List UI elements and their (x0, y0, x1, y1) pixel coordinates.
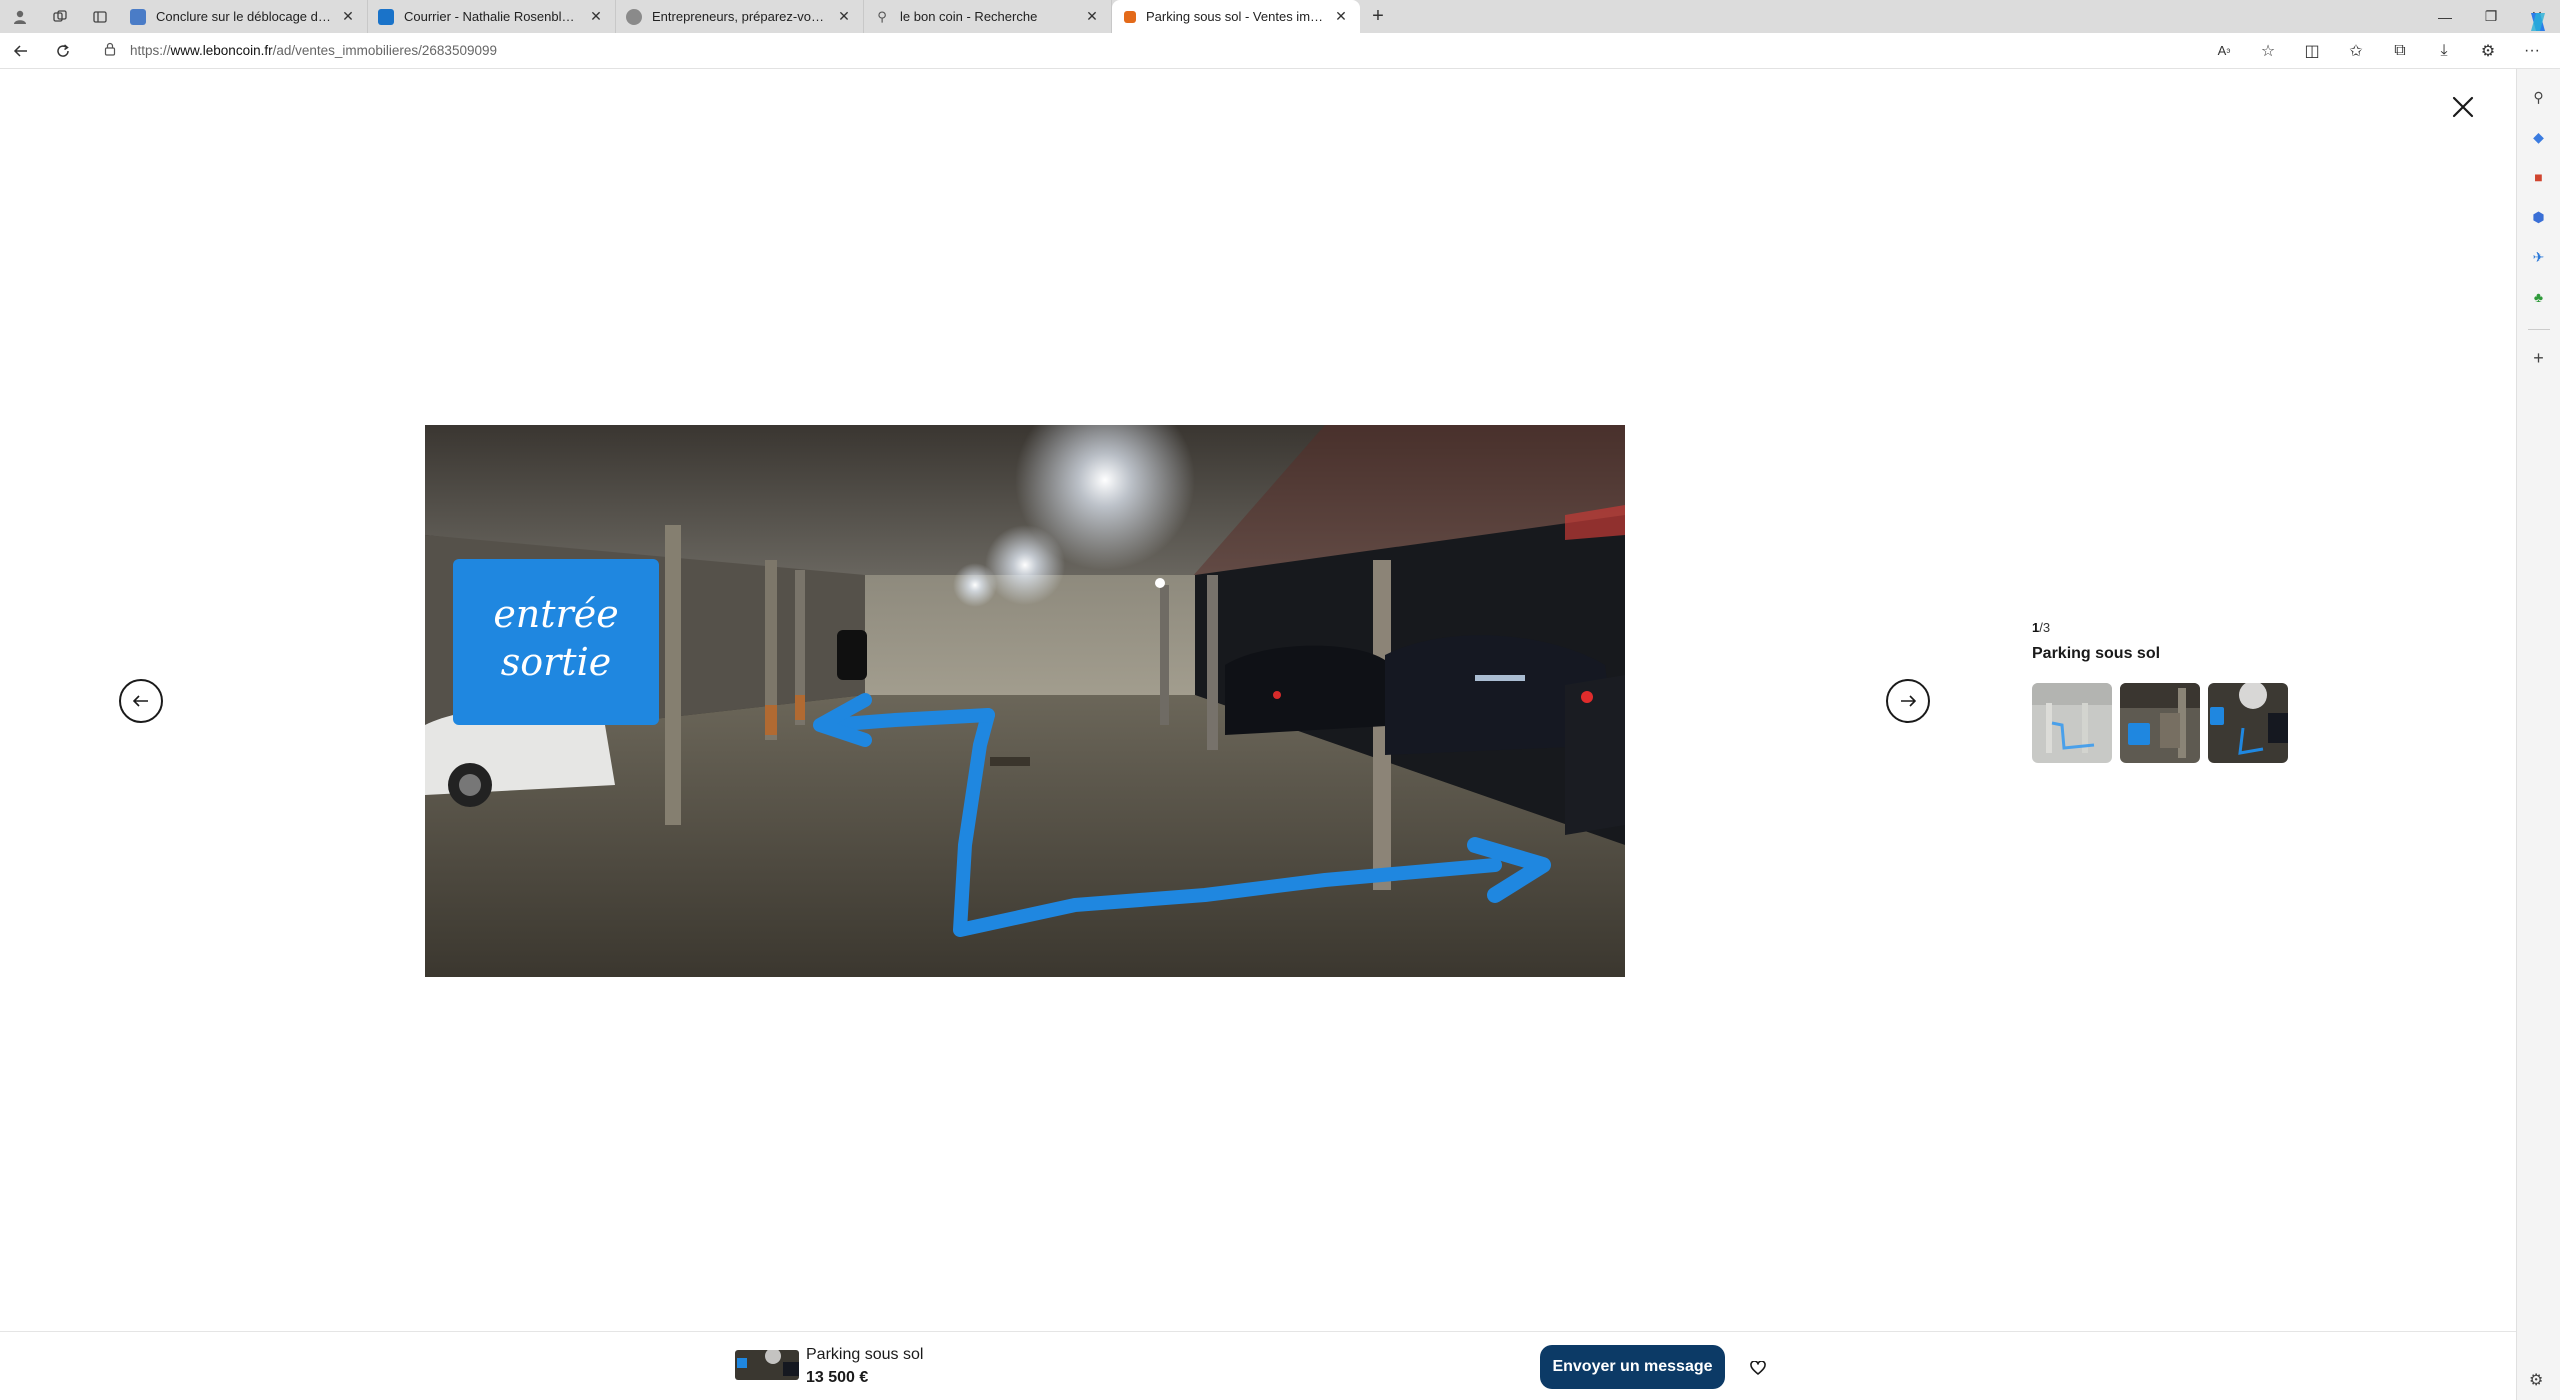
photo-title: Parking sous sol (2032, 645, 2161, 662)
shopping-tag-icon[interactable]: ◆ (2525, 123, 2553, 151)
refresh-icon[interactable] (42, 33, 84, 69)
edge-sidebar: ⚲ ◆ ■ ⬢ ✈ ♣ + ⚙ (2516, 13, 2560, 1400)
next-photo-button[interactable] (1886, 679, 1930, 723)
sidebar-search-icon[interactable]: ⚲ (2525, 83, 2553, 111)
photo-viewer: entrée sortie 1/3 Parking sous sol (0, 69, 2516, 1331)
tree-icon[interactable]: ♣ (2525, 283, 2553, 311)
microsoft-365-icon[interactable]: ⬢ (2525, 203, 2553, 231)
url-field[interactable]: https:// www.leboncoin.fr /ad/ventes_imm… (94, 37, 2202, 65)
back-icon[interactable] (0, 33, 42, 69)
ad-price: 13 500 € (806, 1369, 869, 1386)
tab-favicon-icon (378, 8, 394, 25)
browser-tab-2[interactable]: Courrier - Nathalie Rosenblatt - C ✕ (368, 0, 616, 33)
tab-title: Conclure sur le déblocage de la c (156, 9, 333, 24)
send-message-button[interactable]: Envoyer un message (1540, 1345, 1725, 1389)
split-screen-icon[interactable]: ◫ (2290, 33, 2334, 69)
address-bar-row: https:// www.leboncoin.fr /ad/ventes_imm… (0, 33, 2560, 69)
photo-counter: 1/3 (2032, 620, 2332, 635)
favorite-star-icon[interactable]: ☆ (2246, 33, 2290, 69)
favorites-icon[interactable]: ✩ (2334, 33, 2378, 69)
ad-title[interactable]: Parking sous sol (806, 1346, 923, 1364)
photo-info-panel: 1/3 Parking sous sol (2032, 620, 2332, 763)
tools-icon[interactable]: ■ (2525, 163, 2553, 191)
tab-search-icon: ⚲ (877, 8, 887, 24)
thumbnail-1[interactable] (2032, 683, 2112, 763)
more-menu-icon[interactable]: ··· (2510, 33, 2554, 69)
tab-favicon-icon (130, 8, 146, 25)
thumbnail-3[interactable] (2208, 683, 2288, 763)
close-icon (2452, 96, 2474, 118)
heart-icon (1750, 1361, 1766, 1375)
sidebar-divider (2527, 329, 2550, 330)
previous-photo-button[interactable] (119, 679, 163, 723)
sidebar-settings-icon[interactable]: ⚙ (2529, 1370, 2543, 1390)
sidebar-add-icon[interactable]: + (2525, 344, 2553, 372)
arrow-right-icon (1901, 695, 1916, 707)
collections-icon[interactable]: ⧉ (2378, 33, 2422, 69)
photo-overlay-line-1: entrée (493, 592, 618, 636)
new-tab-icon[interactable]: + (1360, 5, 1396, 28)
restore-icon[interactable]: ❐ (2468, 0, 2514, 33)
copilot-icon[interactable] (2525, 9, 2551, 35)
profile-icon[interactable] (0, 0, 40, 33)
arrow-left-icon (133, 695, 148, 707)
thumbnail-strip (2032, 683, 2332, 763)
workspaces-icon[interactable] (40, 0, 80, 33)
browser-toolbar: Aͽ ☆ ◫ ✩ ⧉ ⤓ ⚙ ··· (2202, 33, 2560, 69)
photo-counter-total: /3 (2039, 620, 2051, 635)
thumbnail-2[interactable] (2120, 683, 2200, 763)
extensions-icon[interactable]: ⚙ (2466, 33, 2510, 69)
tab-close-icon[interactable]: ✕ (339, 8, 357, 25)
read-aloud-icon[interactable]: Aͽ (2202, 33, 2246, 69)
main-photo: entrée sortie (425, 425, 1625, 977)
tab-close-icon[interactable]: ✕ (1332, 8, 1350, 25)
lock-icon[interactable] (104, 42, 116, 59)
tab-title: Entrepreneurs, préparez-vous à la (652, 9, 829, 24)
tab-title: Parking sous sol - Ventes immob (1146, 9, 1326, 24)
close-viewer-button[interactable] (2446, 90, 2480, 124)
tab-bar: Conclure sur le déblocage de la c ✕ Cour… (0, 0, 2560, 33)
ad-thumbnail[interactable] (735, 1350, 799, 1380)
tab-close-icon[interactable]: ✕ (1083, 8, 1101, 25)
tab-title: le bon coin - Recherche (900, 9, 1038, 24)
tab-actions-icon[interactable] (80, 0, 120, 33)
favorite-heart-button[interactable] (1744, 1354, 1772, 1382)
url-host: www.leboncoin.fr (170, 43, 273, 58)
downloads-icon[interactable]: ⤓ (2422, 33, 2466, 69)
browser-tab-5-active[interactable]: Parking sous sol - Ventes immob ✕ (1112, 0, 1360, 33)
bottom-ad-bar: Parking sous sol 13 500 € Envoyer un mes… (0, 1331, 2516, 1400)
browser-tab-4[interactable]: ⚲ le bon coin - Recherche ✕ (864, 0, 1112, 33)
browser-tab-3[interactable]: Entrepreneurs, préparez-vous à la ✕ (616, 0, 864, 33)
tab-favicon-icon (626, 8, 642, 25)
tab-close-icon[interactable]: ✕ (587, 8, 605, 25)
tab-favicon-icon (1124, 10, 1136, 23)
tab-close-icon[interactable]: ✕ (835, 8, 853, 25)
browser-tab-1[interactable]: Conclure sur le déblocage de la c ✕ (120, 0, 368, 33)
photo-overlay-line-2: sortie (501, 640, 611, 684)
url-path: /ad/ventes_immobilieres/2683509099 (272, 43, 497, 58)
send-icon[interactable]: ✈ (2525, 243, 2553, 271)
url-scheme: https:// (130, 43, 171, 58)
minimize-icon[interactable]: — (2422, 0, 2468, 33)
tab-title: Courrier - Nathalie Rosenblatt - C (404, 9, 581, 24)
